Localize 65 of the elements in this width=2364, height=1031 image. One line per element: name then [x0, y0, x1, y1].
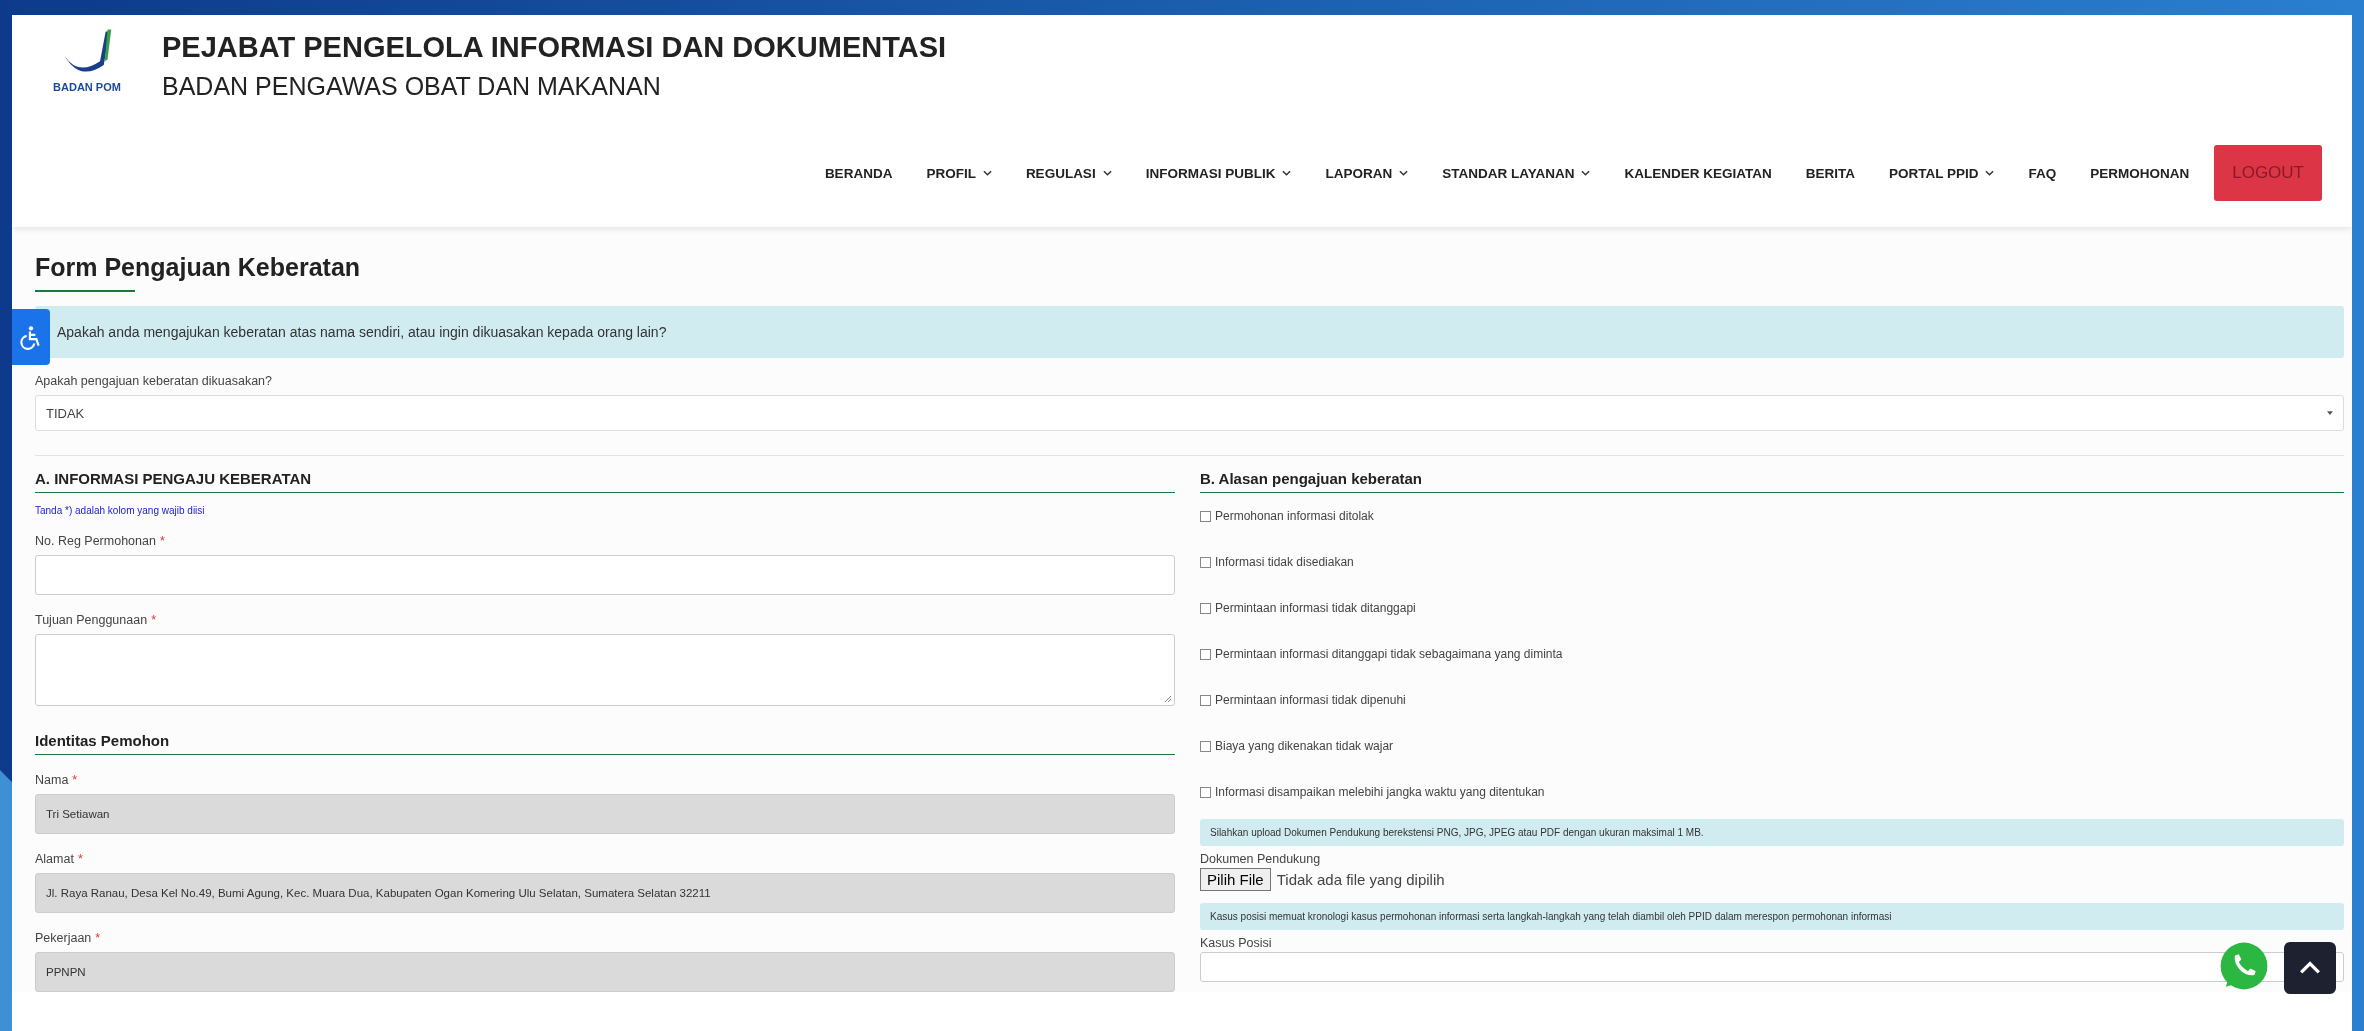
nav-link[interactable]: PROFIL	[909, 165, 1009, 181]
checkbox-label: Permintaan informasi tidak dipenuhi	[1215, 693, 1406, 707]
checkbox-label: Informasi tidak disediakan	[1215, 555, 1354, 569]
section-heading: A. INFORMASI PENGAJU KEBERATAN	[35, 470, 1175, 493]
info-alert: Kasus posisi memuat kronologi kasus permohonan informasi serta langkah-langkah yang telah diambil oleh PPID dalam merespon permohonan informasi	[1200, 903, 2344, 930]
chevron-down-icon	[1581, 170, 1591, 176]
select-field[interactable]: TIDAK	[35, 395, 2344, 431]
chevron-up-icon	[2299, 960, 2321, 975]
checkbox[interactable]	[1200, 694, 1211, 706]
nav-link[interactable]: FAQ	[2011, 165, 2074, 181]
checkbox[interactable]	[1200, 602, 1211, 614]
chevron-down-icon	[1399, 170, 1409, 176]
checkbox[interactable]	[1200, 556, 1211, 568]
required-note: Tanda *) adalah kolom yang wajib diisi	[35, 505, 206, 516]
input-field[interactable]	[35, 555, 1175, 595]
accessibility-button[interactable]	[12, 309, 50, 365]
field-label: Tujuan Penggunaan	[35, 613, 148, 627]
checkbox-label: Permintaan informasi ditanggapi tidak sebagaimana yang diminta	[1215, 647, 1563, 661]
required-asterisk: *	[159, 534, 165, 548]
field-label: Apakah pengajuan keberatan dikuasakan?	[35, 374, 273, 388]
field-label: Kasus Posisi	[1200, 936, 1273, 950]
checkbox[interactable]	[1200, 786, 1211, 798]
checkbox-label: Biaya yang dikenakan tidak wajar	[1215, 739, 1394, 753]
nav-link[interactable]: BERITA	[1788, 165, 1872, 181]
field-label: Dokumen Pendukung	[1200, 852, 1322, 866]
checkbox-label: Permohonan informasi ditolak	[1215, 509, 1374, 523]
checkbox[interactable]	[1200, 510, 1211, 522]
caret-icon	[2327, 410, 2333, 416]
chevron-down-icon	[1985, 170, 1995, 176]
checkbox[interactable]	[1200, 648, 1211, 660]
chevron-down-icon	[982, 170, 992, 176]
chevron-down-icon	[1102, 170, 1112, 176]
scroll-to-top-button[interactable]	[2284, 941, 2336, 994]
choose-file-button[interactable]: Pilih File	[1200, 868, 1271, 891]
field-label: Alamat	[35, 852, 74, 866]
nav-link[interactable]: PORTAL PPID	[1871, 165, 2012, 181]
nav-link[interactable]: KALENDER KEGIATAN	[1607, 165, 1789, 181]
required-asterisk: *	[72, 773, 78, 787]
nav-link[interactable]: STANDAR LAYANAN	[1425, 165, 1608, 181]
required-asterisk: *	[77, 852, 83, 866]
info-alert: Apakah anda mengajukan keberatan atas nama sendiri, atau ingin dikuasakan kepada orang lain?	[35, 306, 2344, 358]
nav-link[interactable]: PERMOHONAN	[2073, 165, 2207, 181]
form-title: Form Pengajuan Keberatan	[35, 253, 362, 282]
site-subtitle: BADAN PENGAWAS OBAT DAN MAKANAN	[162, 72, 662, 101]
field-label: No. Reg Permohonan	[35, 534, 156, 548]
logo-text: BADAN POM	[53, 81, 121, 93]
field-label: Pekerjaan	[35, 931, 92, 945]
site-title: PEJABAT PENGELOLA INFORMASI DAN DOKUMENTASI	[162, 31, 947, 64]
checkbox[interactable]	[1200, 740, 1211, 752]
section-heading: Identitas Pemohon	[35, 732, 1175, 755]
info-alert: Silahkan upload Dokumen Pendukung berekstensi PNG, JPG, JPEG atau PDF dengan ukuran maksimal 1 MB.	[1200, 819, 2344, 846]
checkbox-label: Permintaan informasi tidak ditanggapi	[1215, 601, 1416, 615]
resize-grip-icon	[1164, 695, 1172, 703]
checkbox-label: Informasi disampaikan melebihi jangka waktu yang ditentukan	[1215, 785, 1545, 799]
section-heading: B. Alasan pengajuan keberatan	[1200, 470, 2344, 493]
input-field[interactable]	[1200, 952, 2344, 982]
nav-link[interactable]: LAPORAN	[1308, 165, 1426, 181]
file-status: Tidak ada file yang dipilih	[1276, 871, 1445, 888]
field-label: Nama	[35, 773, 69, 787]
nav-link[interactable]: REGULASI	[1008, 165, 1129, 181]
chevron-down-icon	[1282, 170, 1292, 176]
required-asterisk: *	[95, 931, 101, 945]
nav-link[interactable]: INFORMASI PUBLIK	[1128, 165, 1309, 181]
nav-link[interactable]: BERANDA	[807, 165, 910, 181]
required-asterisk: *	[151, 613, 156, 627]
